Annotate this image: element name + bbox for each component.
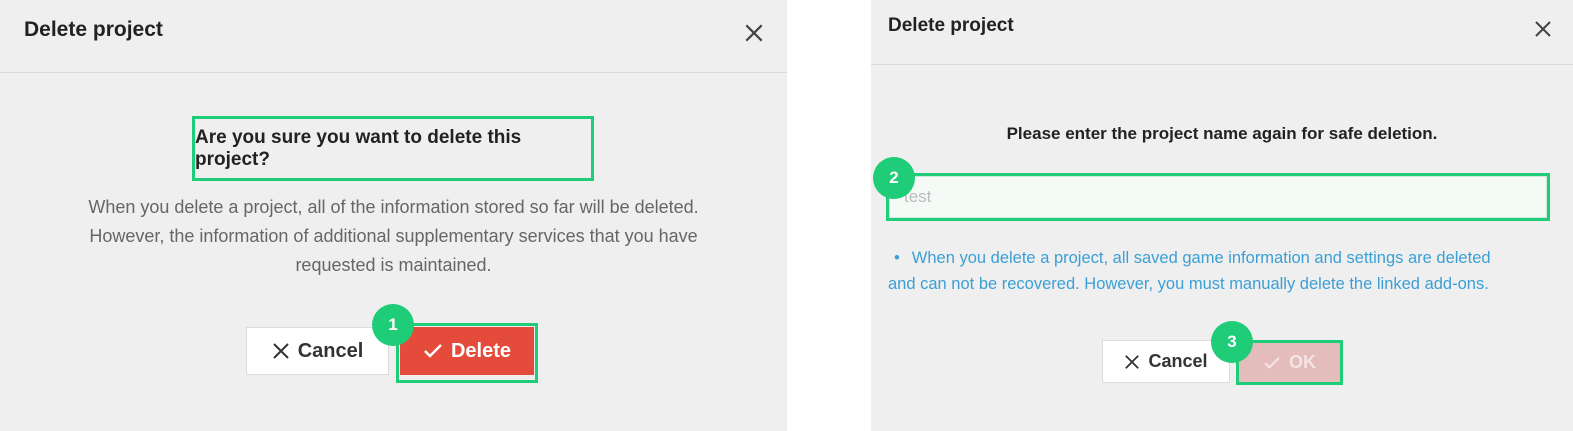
header-divider [0, 72, 787, 73]
dialog-title: Delete project [24, 18, 163, 41]
description-line: However, the information of additional s… [89, 226, 698, 246]
close-icon[interactable] [1533, 19, 1553, 39]
note-text: When you delete a project, all saved gam… [911, 249, 1491, 267]
delete-description: When you delete a project, all of the in… [40, 193, 747, 280]
note-line: • When you delete a project, all saved ga… [888, 245, 1568, 271]
delete-confirm-dialog: Delete project Are you sure you want to … [0, 0, 787, 431]
ok-label: OK [1289, 352, 1316, 372]
cancel-label: Cancel [297, 339, 364, 362]
delete-label: Delete [450, 339, 512, 362]
dialog-title: Delete project [888, 15, 1014, 36]
delete-button[interactable]: Delete [400, 327, 534, 375]
description-line: When you delete a project, all of the in… [88, 197, 699, 217]
cancel-label: Cancel [1148, 351, 1208, 371]
page: Delete project Are you sure you want to … [0, 0, 1573, 431]
confirm-question: Are you sure you want to delete this pro… [195, 126, 522, 170]
bullet-icon: • [894, 249, 900, 267]
cancel-button[interactable]: Cancel [246, 327, 389, 375]
question-highlight: Are you sure you want to delete this pro… [192, 116, 594, 181]
step-badge: 1 [372, 304, 414, 346]
ok-button[interactable]: OK [1239, 343, 1340, 382]
step-badge: 3 [1211, 321, 1253, 363]
project-name-input[interactable] [889, 176, 1547, 218]
deletion-note: • When you delete a project, all saved ga… [888, 245, 1568, 297]
note-line: and can not be recovered. However, you m… [888, 275, 1489, 293]
header-divider [871, 64, 1573, 65]
close-icon[interactable] [743, 22, 765, 44]
check-icon [1263, 356, 1281, 370]
safe-deletion-prompt: Please enter the project name again for … [1006, 124, 1438, 143]
step-badge: 2 [873, 157, 915, 199]
description-line: requested is maintained. [295, 255, 492, 275]
check-icon [423, 343, 443, 359]
x-icon [1124, 354, 1140, 370]
x-icon [272, 342, 290, 360]
